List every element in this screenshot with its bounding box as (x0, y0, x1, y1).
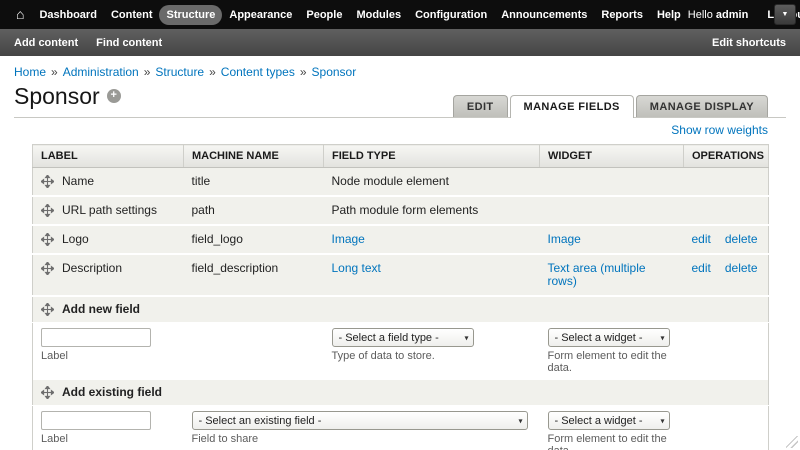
tab-manage-fields: MANAGE FIELDS (510, 95, 634, 117)
row-weights-toggle: Show row weights (32, 124, 768, 137)
breadcrumb-administration[interactable]: Administration (63, 65, 139, 79)
toolbar-item-dashboard[interactable]: Dashboard (32, 5, 103, 25)
caret-down-icon: ▼ (782, 11, 789, 18)
shortcut-bar: Add content Find content Edit shortcuts (0, 29, 800, 56)
tab-edit-link[interactable]: EDIT (453, 95, 508, 117)
field-type-select[interactable]: - Select a field type - (332, 328, 474, 347)
column-header-operations: OPERATIONS (684, 145, 769, 168)
tab-edit: EDIT (453, 95, 508, 117)
existing-field-widget-select[interactable]: - Select a widget - (548, 411, 670, 430)
toolbar-item-appearance[interactable]: Appearance (222, 5, 299, 25)
field-label: Name (62, 175, 94, 188)
breadcrumb-separator: » (300, 65, 307, 79)
tab-manage-display: MANAGE DISPLAY (636, 95, 768, 117)
tab-manage-display-link[interactable]: MANAGE DISPLAY (636, 95, 768, 117)
primary-tabs: EDIT MANAGE FIELDS MANAGE DISPLAY (453, 95, 768, 117)
user-greeting[interactable]: Hello admin (688, 9, 749, 21)
shortcut-add-content[interactable]: Add content (14, 37, 78, 49)
toolbar-item-structure[interactable]: Structure (159, 5, 222, 25)
breadcrumb-structure[interactable]: Structure (155, 65, 204, 79)
machine-name: field_description (192, 261, 279, 275)
edit-link[interactable]: edit (692, 233, 711, 246)
field-label: Logo (62, 233, 89, 246)
field-share-description: Field to share (192, 433, 530, 445)
breadcrumb: Home » Administration » Structure » Content ty… (14, 65, 786, 79)
table-row-logo: Logo field_logo Image Image edit delete (33, 225, 769, 254)
label-description: Label (41, 350, 174, 362)
column-header-field-type: FIELD TYPE (324, 145, 540, 168)
drag-handle-icon[interactable] (41, 204, 54, 217)
show-row-weights-link[interactable]: Show row weights (671, 123, 768, 137)
resize-grip[interactable] (786, 436, 798, 448)
tab-manage-fields-link[interactable]: MANAGE FIELDS (510, 95, 634, 118)
field-type: Node module element (332, 174, 449, 188)
add-existing-field-controls: Label - Select an existing field -▾ Fiel… (33, 406, 769, 450)
widget-link[interactable]: Text area (multiple rows) (548, 261, 646, 288)
machine-name: field_logo (192, 232, 243, 246)
toolbar-item-configuration[interactable]: Configuration (408, 5, 494, 25)
greeting-prefix: Hello (688, 9, 713, 21)
field-type-description: Type of data to store. (332, 350, 530, 362)
breadcrumb-separator: » (209, 65, 216, 79)
main-content: Home » Administration » Structure » Content ty… (0, 56, 800, 450)
new-field-widget-select[interactable]: - Select a widget - (548, 328, 670, 347)
new-field-label-input[interactable] (41, 328, 151, 347)
drag-handle-icon[interactable] (41, 175, 54, 188)
machine-name: title (192, 174, 211, 188)
add-existing-field-row: Add existing field (33, 380, 769, 406)
toolbar-item-content[interactable]: Content (104, 5, 160, 25)
field-label: URL path settings (62, 204, 157, 217)
table-row-description: Description field_description Long text … (33, 254, 769, 296)
toolbar-item-modules[interactable]: Modules (349, 5, 408, 25)
toolbar-item-reports[interactable]: Reports (594, 5, 650, 25)
existing-field-select[interactable]: - Select an existing field - (192, 411, 528, 430)
existing-field-label-input[interactable] (41, 411, 151, 430)
toolbar-item-people[interactable]: People (299, 5, 349, 25)
shortcut-find-content[interactable]: Find content (96, 37, 162, 49)
toolbar-item-help[interactable]: Help (650, 5, 688, 25)
add-new-field-row: Add new field (33, 296, 769, 323)
add-to-shortcuts-icon[interactable]: + (107, 89, 121, 103)
toolbar-toggle-button[interactable]: ▼ (774, 4, 796, 25)
drag-handle-icon[interactable] (41, 233, 54, 246)
label-description: Label (41, 433, 174, 445)
field-type-link[interactable]: Image (332, 232, 365, 246)
delete-link[interactable]: delete (725, 233, 758, 246)
page-title: Sponsor (14, 83, 100, 117)
widget-link[interactable]: Image (548, 232, 581, 246)
machine-name: path (192, 203, 215, 217)
drag-handle-icon[interactable] (41, 262, 54, 275)
breadcrumb-separator: » (144, 65, 151, 79)
table-row-url-path: URL path settings path Path module form … (33, 196, 769, 225)
field-type-link[interactable]: Long text (332, 261, 381, 275)
admin-toolbar: ⌂ Dashboard Content Structure Appearance… (0, 0, 800, 29)
add-new-field-title: Add new field (62, 303, 140, 316)
fields-table: LABEL MACHINE NAME FIELD TYPE WIDGET OPE… (32, 144, 769, 450)
delete-link[interactable]: delete (725, 262, 758, 275)
breadcrumb-home[interactable]: Home (14, 65, 46, 79)
breadcrumb-separator: » (51, 65, 58, 79)
title-row: Sponsor + EDIT MANAGE FIELDS MANAGE DISP… (14, 83, 786, 118)
add-existing-field-title: Add existing field (62, 386, 162, 399)
table-header-row: LABEL MACHINE NAME FIELD TYPE WIDGET OPE… (33, 145, 769, 168)
field-label: Description (62, 262, 122, 275)
edit-shortcuts-link[interactable]: Edit shortcuts (712, 37, 786, 49)
column-header-machine-name: MACHINE NAME (184, 145, 324, 168)
drag-handle-icon[interactable] (41, 386, 54, 399)
column-header-label: LABEL (33, 145, 184, 168)
field-type: Path module form elements (332, 203, 479, 217)
column-header-widget: WIDGET (540, 145, 684, 168)
home-icon[interactable]: ⌂ (8, 5, 32, 25)
edit-link[interactable]: edit (692, 262, 711, 275)
widget-description: Form element to edit the data. (548, 433, 674, 450)
drag-handle-icon[interactable] (41, 303, 54, 316)
add-new-field-controls: Label - Select a field type -▾ Type of d… (33, 323, 769, 381)
toolbar-item-announcements[interactable]: Announcements (494, 5, 594, 25)
table-row-name: Name title Node module element (33, 168, 769, 197)
widget-description: Form element to edit the data. (548, 350, 674, 374)
breadcrumb-content-types[interactable]: Content types (221, 65, 295, 79)
breadcrumb-sponsor[interactable]: Sponsor (312, 65, 357, 79)
drupal-admin-screen: ⌂ Dashboard Content Structure Appearance… (0, 0, 800, 450)
username-link[interactable]: admin (716, 9, 748, 21)
